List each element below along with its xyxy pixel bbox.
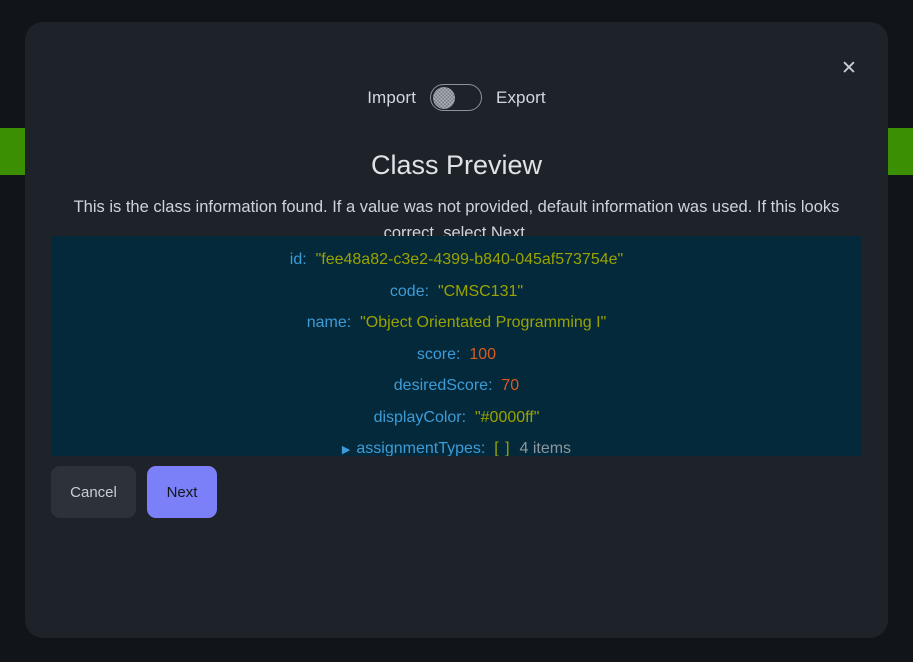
json-key: assignmentTypes bbox=[356, 440, 481, 456]
json-separator: : bbox=[488, 377, 502, 394]
json-key: code bbox=[389, 282, 425, 300]
json-separator: : bbox=[346, 314, 361, 331]
json-row: displayColor: "#0000ff" bbox=[52, 402, 861, 434]
json-value: "CMSC131" bbox=[437, 282, 524, 300]
json-value: "fee48a82-c3e2-4399-b840-045af573754e" bbox=[315, 251, 624, 268]
json-row: code: "CMSC131" bbox=[52, 276, 861, 308]
json-separator: : bbox=[461, 408, 475, 426]
json-value: 100 bbox=[469, 345, 497, 363]
export-label: Export bbox=[496, 87, 546, 107]
import-export-switch[interactable] bbox=[430, 84, 483, 111]
json-value: 70 bbox=[501, 377, 520, 394]
json-separator: : bbox=[456, 345, 470, 363]
cancel-button[interactable]: Cancel bbox=[51, 466, 136, 518]
json-row: name: "Object Orientated Programming I" bbox=[52, 307, 861, 339]
json-key: id bbox=[289, 251, 303, 268]
switch-knob bbox=[432, 86, 455, 109]
import-label: Import bbox=[367, 87, 417, 107]
json-value: "#0000ff" bbox=[474, 408, 540, 426]
json-key: name bbox=[306, 314, 347, 331]
import-export-toggle-row: Import Export bbox=[25, 84, 888, 111]
page-title: Class Preview bbox=[370, 150, 543, 180]
json-value: "Object Orientated Programming I" bbox=[360, 314, 607, 331]
json-row: desiredScore: 70 bbox=[52, 370, 861, 402]
json-key: displayColor bbox=[373, 408, 462, 426]
json-separator: : bbox=[480, 440, 495, 456]
next-button[interactable]: Next bbox=[147, 466, 217, 518]
json-row: id: "fee48a82-c3e2-4399-b840-045af573754… bbox=[52, 244, 861, 276]
json-separator: : bbox=[424, 282, 438, 300]
json-key: score bbox=[416, 345, 457, 363]
json-key: desiredScore bbox=[393, 377, 489, 394]
background-accent-right bbox=[888, 128, 913, 175]
class-preview-dialog: ✕ Import Export Class Preview This is th… bbox=[25, 22, 888, 638]
json-row: score: 100 bbox=[52, 339, 861, 371]
dialog-actions: Cancel Next bbox=[51, 466, 217, 518]
class-json-preview: id: "fee48a82-c3e2-4399-b840-045af573754… bbox=[52, 236, 861, 456]
json-item-count: 4 items bbox=[510, 440, 572, 456]
json-separator: : bbox=[302, 251, 316, 268]
json-row: ▶ assignmentTypes: [ ] 4 items bbox=[52, 433, 861, 456]
background-accent-left bbox=[0, 128, 25, 175]
json-value: [ ] bbox=[494, 440, 511, 456]
close-icon[interactable]: ✕ bbox=[836, 55, 862, 81]
expand-triangle-icon[interactable]: ▶ bbox=[342, 435, 350, 456]
